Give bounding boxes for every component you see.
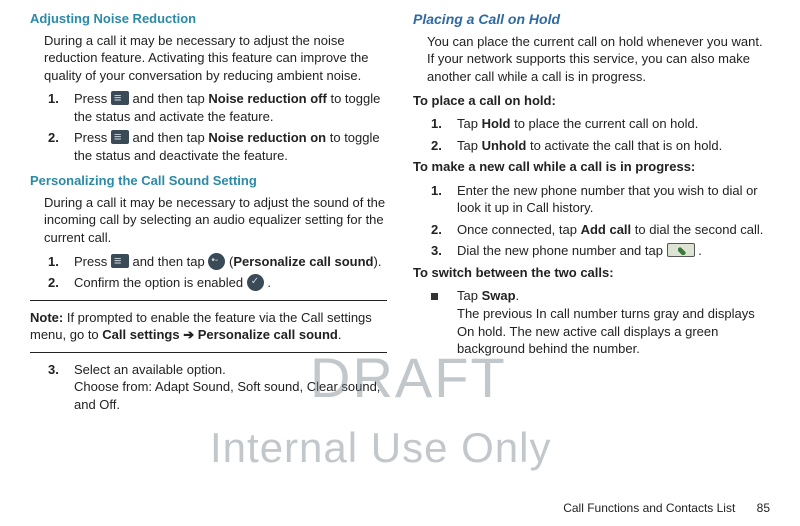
menu-icon — [111, 91, 129, 105]
step-number: 1. — [431, 115, 457, 133]
subheading-switch-calls: To switch between the two calls: — [413, 264, 770, 282]
text: Press — [74, 130, 111, 145]
noise-reduction-intro: During a call it may be necessary to adj… — [44, 32, 387, 85]
step-number: 1. — [48, 253, 74, 271]
step-number: 2. — [431, 221, 457, 239]
text: . — [516, 288, 520, 303]
sound-step-3: 3. Select an available option. Choose fr… — [48, 361, 387, 414]
text: Press — [74, 254, 111, 269]
text: to activate the call that is on hold. — [526, 138, 722, 153]
text: Confirm the option is enabled — [74, 275, 247, 290]
heading-placing-hold: Placing a Call on Hold — [413, 10, 770, 29]
checkmark-icon — [247, 274, 264, 291]
personalize-label: Personalize call sound — [233, 254, 373, 269]
text: to dial the second call. — [631, 222, 763, 237]
note-path: Call settings ➔ Personalize call sound — [102, 327, 338, 342]
step-number: 3. — [48, 361, 74, 414]
text: Tap — [457, 138, 482, 153]
text: Press — [74, 91, 111, 106]
page-number: 85 — [757, 501, 770, 515]
page-footer: Call Functions and Contacts List 85 — [563, 500, 770, 516]
separator — [30, 300, 387, 301]
step-number: 2. — [431, 137, 457, 155]
noise-on-label: Noise reduction on — [208, 130, 326, 145]
text: . — [267, 275, 271, 290]
step-number: 2. — [48, 129, 74, 164]
step-3-line-1: Select an available option. — [74, 361, 387, 379]
text: to place the current call on hold. — [510, 116, 698, 131]
equalizer-icon — [208, 253, 225, 270]
noise-step-2: 2. Press and then tap Noise reduction on… — [48, 129, 387, 164]
text: ). — [374, 254, 382, 269]
swap-bullet: Tap Swap. The previous In call number tu… — [431, 287, 770, 357]
personalize-intro: During a call it may be necessary to adj… — [44, 194, 387, 247]
noise-step-1: 1. Press and then tap Noise reduction of… — [48, 90, 387, 125]
text: Enter the new phone number that you wish… — [457, 182, 770, 217]
step-number: 3. — [431, 242, 457, 260]
text: Once connected, tap — [457, 222, 581, 237]
menu-icon — [111, 130, 129, 144]
text: . — [698, 243, 702, 258]
hold-step-1: 1. Tap Hold to place the current call on… — [431, 115, 770, 133]
sound-step-1: 1. Press and then tap (Personalize call … — [48, 253, 387, 271]
newcall-step-2: 2. Once connected, tap Add call to dial … — [431, 221, 770, 239]
phone-call-icon — [667, 243, 695, 257]
hold-label: Hold — [482, 116, 511, 131]
heading-personalize-sound: Personalizing the Call Sound Setting — [30, 172, 387, 190]
swap-description: The previous In call number turns gray a… — [457, 305, 770, 358]
step-number: 1. — [48, 90, 74, 125]
text: Tap — [457, 116, 482, 131]
step-number: 2. — [48, 274, 74, 292]
text: and then tap — [132, 254, 208, 269]
subheading-place-hold: To place a call on hold: — [413, 92, 770, 110]
unhold-label: Unhold — [482, 138, 527, 153]
footer-chapter: Call Functions and Contacts List — [563, 501, 735, 515]
menu-icon — [111, 254, 129, 268]
hold-step-2: 2. Tap Unhold to activate the call that … — [431, 137, 770, 155]
newcall-step-3: 3. Dial the new phone number and tap . — [431, 242, 770, 260]
subheading-new-call: To make a new call while a call is in pr… — [413, 158, 770, 176]
step-3-line-2: Choose from: Adapt Sound, Soft sound, Cl… — [74, 378, 387, 413]
watermark-internal: Internal Use Only — [210, 420, 551, 477]
add-call-label: Add call — [581, 222, 632, 237]
text: Tap — [457, 288, 482, 303]
note-label: Note: — [30, 310, 63, 325]
text: and then tap — [132, 130, 208, 145]
bullet-square-icon — [431, 287, 457, 357]
note-end: . — [338, 327, 342, 342]
sound-step-2: 2. Confirm the option is enabled . — [48, 274, 387, 292]
hold-intro: You can place the current call on hold w… — [427, 33, 770, 86]
separator — [30, 352, 387, 353]
swap-label: Swap — [482, 288, 516, 303]
step-number: 1. — [431, 182, 457, 217]
text: and then tap — [132, 91, 208, 106]
note: Note: If prompted to enable the feature … — [30, 309, 387, 344]
text: Dial the new phone number and tap — [457, 243, 667, 258]
newcall-step-1: 1. Enter the new phone number that you w… — [431, 182, 770, 217]
heading-adjusting-noise: Adjusting Noise Reduction — [30, 10, 387, 28]
noise-off-label: Noise reduction off — [208, 91, 326, 106]
